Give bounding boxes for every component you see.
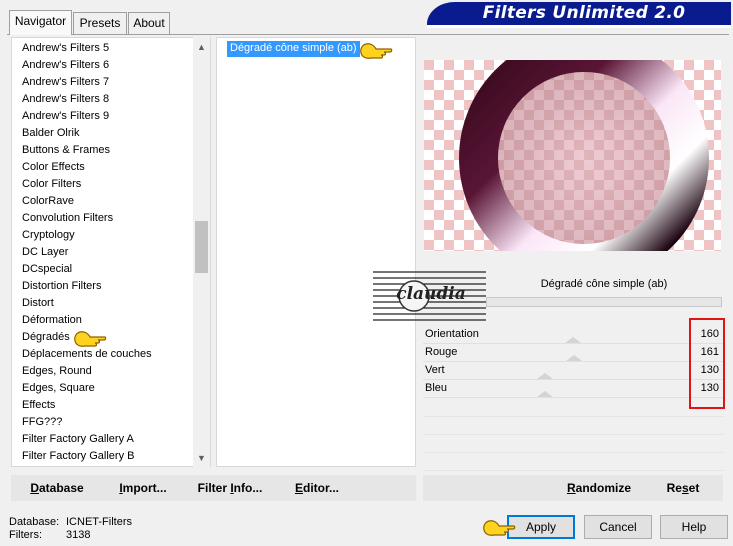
- tab-navigator[interactable]: Navigator: [9, 10, 72, 35]
- preview-image: [424, 60, 721, 251]
- parameter-row[interactable]: Rouge 161: [423, 344, 723, 362]
- category-item[interactable]: Distort: [22, 295, 54, 312]
- apply-button[interactable]: Apply: [507, 515, 575, 539]
- reset-label: et: [688, 481, 700, 495]
- category-item[interactable]: Andrew's Filters 7: [22, 74, 109, 91]
- empty-parameter-row: [423, 416, 723, 417]
- scroll-down-icon[interactable]: ▼: [193, 450, 210, 467]
- category-item[interactable]: Convolution Filters: [22, 210, 113, 227]
- filters-count-value: 3138: [66, 529, 91, 541]
- parameter-panel: Orientation 160 Rouge 161 Vert 130 Bleu 130: [423, 326, 723, 471]
- database-status-value: ICNET-Filters: [66, 516, 132, 528]
- values-highlight-box: [689, 318, 725, 409]
- parameter-label: Rouge: [425, 346, 458, 358]
- category-item[interactable]: Buttons & Frames: [22, 142, 110, 159]
- parameter-row[interactable]: Vert 130: [423, 362, 723, 380]
- scroll-up-icon[interactable]: ▲: [193, 39, 210, 56]
- category-list[interactable]: Andrew's Filters 5 Andrew's Filters 6 Andr…: [11, 37, 211, 467]
- filter-info-label: nfo...: [233, 481, 263, 495]
- filter-info-button[interactable]: Filter Info...: [196, 475, 264, 501]
- import-label: mport...: [122, 481, 167, 495]
- category-item[interactable]: Color Filters: [22, 176, 81, 193]
- slider-track[interactable]: [423, 397, 723, 398]
- category-item[interactable]: Andrew's Filters 9: [22, 108, 109, 125]
- randomize-label: andomize: [575, 481, 631, 495]
- tab-presets[interactable]: Presets: [73, 12, 127, 34]
- apply-label: Apply: [525, 520, 557, 534]
- category-item[interactable]: FFG???: [22, 414, 62, 431]
- tab-about-label: About: [133, 16, 165, 30]
- tab-presets-label: Presets: [79, 16, 121, 30]
- cancel-label: Cancel: [599, 520, 637, 534]
- database-button[interactable]: Database: [27, 475, 87, 501]
- category-item[interactable]: Distortion Filters: [22, 278, 101, 295]
- parameter-label: Vert: [425, 364, 445, 376]
- import-button[interactable]: Import...: [118, 475, 168, 501]
- editor-label: ditor...: [303, 481, 339, 495]
- filter-item-selected[interactable]: Dégradé cône simple (ab): [227, 41, 360, 57]
- category-item[interactable]: Cryptology: [22, 227, 75, 244]
- randomize-button[interactable]: Randomize: [564, 475, 634, 501]
- reset-mnemonic: s: [681, 481, 689, 495]
- tab-navigator-label: Navigator: [14, 14, 67, 28]
- category-item[interactable]: Andrew's Filters 5: [22, 40, 109, 57]
- category-scrollbar[interactable]: ▲ ▼: [193, 37, 210, 467]
- parameter-row[interactable]: Orientation 160: [423, 326, 723, 344]
- hand-pointer-icon: [359, 41, 393, 64]
- category-item[interactable]: ColorRave: [22, 193, 74, 210]
- filter-list[interactable]: Dégradé cône simple (ab): [216, 37, 416, 467]
- scrollbar-thumb[interactable]: [195, 221, 208, 273]
- parameter-label: Bleu: [425, 382, 448, 394]
- parameter-row[interactable]: Bleu 130: [423, 380, 723, 398]
- editor-mnemonic: E: [294, 481, 303, 495]
- database-mnemonic: D: [30, 481, 39, 495]
- category-item[interactable]: Dégradés: [22, 329, 70, 346]
- parameter-label: Orientation: [425, 328, 479, 340]
- tab-divider: [7, 34, 729, 35]
- filters-count-label: Filters:: [9, 529, 42, 541]
- hand-pointer-icon: [482, 518, 516, 541]
- database-label: atabase: [38, 481, 84, 495]
- empty-parameter-row: [423, 470, 723, 471]
- category-item[interactable]: Edges, Round: [22, 363, 92, 380]
- category-item[interactable]: Effects: [22, 397, 55, 414]
- empty-parameter-row: [423, 452, 723, 453]
- reset-button[interactable]: Reset: [662, 475, 704, 501]
- category-item[interactable]: Filter Factory Gallery A: [22, 431, 134, 448]
- editor-button[interactable]: Editor...: [294, 475, 340, 501]
- progress-bar: [486, 297, 722, 307]
- watermark-logo: claudia: [373, 268, 486, 323]
- category-item[interactable]: Déformation: [22, 312, 82, 329]
- randomize-mnemonic: R: [566, 481, 576, 495]
- cancel-button[interactable]: Cancel: [584, 515, 652, 539]
- help-button[interactable]: Help: [660, 515, 728, 539]
- app-title: Filters Unlimited 2.0: [482, 3, 686, 23]
- watermark-text: claudia: [396, 284, 466, 304]
- category-item[interactable]: Andrew's Filters 6: [22, 57, 109, 74]
- category-item[interactable]: Filter Factory Gallery B: [22, 448, 134, 465]
- preview-filter-name: Dégradé cône simple (ab): [540, 278, 668, 290]
- category-item[interactable]: Filter Factory Gallery C: [22, 465, 135, 466]
- empty-parameter-row: [423, 434, 723, 435]
- category-item[interactable]: DCspecial: [22, 261, 72, 278]
- category-item[interactable]: Edges, Square: [22, 380, 95, 397]
- database-status-label: Database:: [9, 516, 60, 528]
- category-item[interactable]: Andrew's Filters 8: [22, 91, 109, 108]
- hand-pointer-icon: [73, 329, 107, 352]
- filter-info-prefix: Filter: [197, 481, 231, 495]
- category-item[interactable]: Balder Olrik: [22, 125, 79, 142]
- tab-about[interactable]: About: [128, 12, 170, 34]
- help-label: Help: [681, 520, 707, 534]
- reset-prefix: Re: [666, 481, 682, 495]
- category-item[interactable]: DC Layer: [22, 244, 68, 261]
- category-item[interactable]: Color Effects: [22, 159, 85, 176]
